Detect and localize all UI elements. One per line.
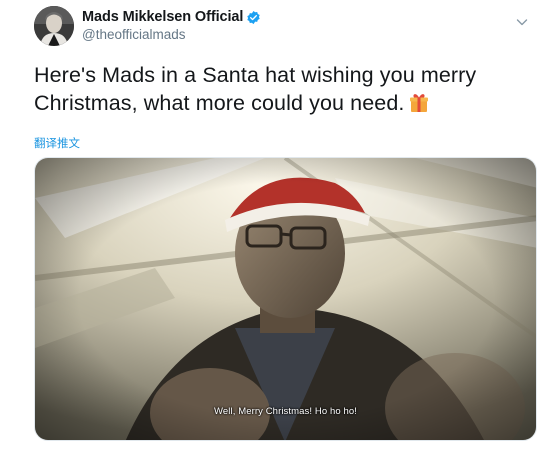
video-subtitle: Well, Merry Christmas! Ho ho ho!	[214, 406, 357, 417]
display-name-row: Mads Mikkelsen Official	[82, 8, 261, 26]
chevron-down-icon[interactable]	[514, 14, 530, 30]
gift-emoji-icon	[408, 91, 430, 120]
avatar[interactable]	[34, 6, 74, 46]
video-thumbnail[interactable]: Well, Merry Christmas! Ho ho ho!	[34, 157, 537, 441]
tweet-card: Mads Mikkelsen Official @theofficialmads…	[0, 0, 550, 462]
avatar-image	[34, 6, 74, 46]
translate-tweet-link[interactable]: 翻译推文	[34, 135, 80, 151]
tweet-text: Here's Mads in a Santa hat wishing you m…	[34, 61, 534, 120]
video-frame-image	[35, 158, 536, 440]
author-handle[interactable]: @theofficialmads	[82, 27, 261, 42]
tweet-header: Mads Mikkelsen Official @theofficialmads	[34, 6, 534, 54]
author-names: Mads Mikkelsen Official @theofficialmads	[82, 8, 261, 42]
display-name[interactable]: Mads Mikkelsen Official	[82, 9, 243, 25]
verified-badge-icon	[246, 10, 261, 25]
